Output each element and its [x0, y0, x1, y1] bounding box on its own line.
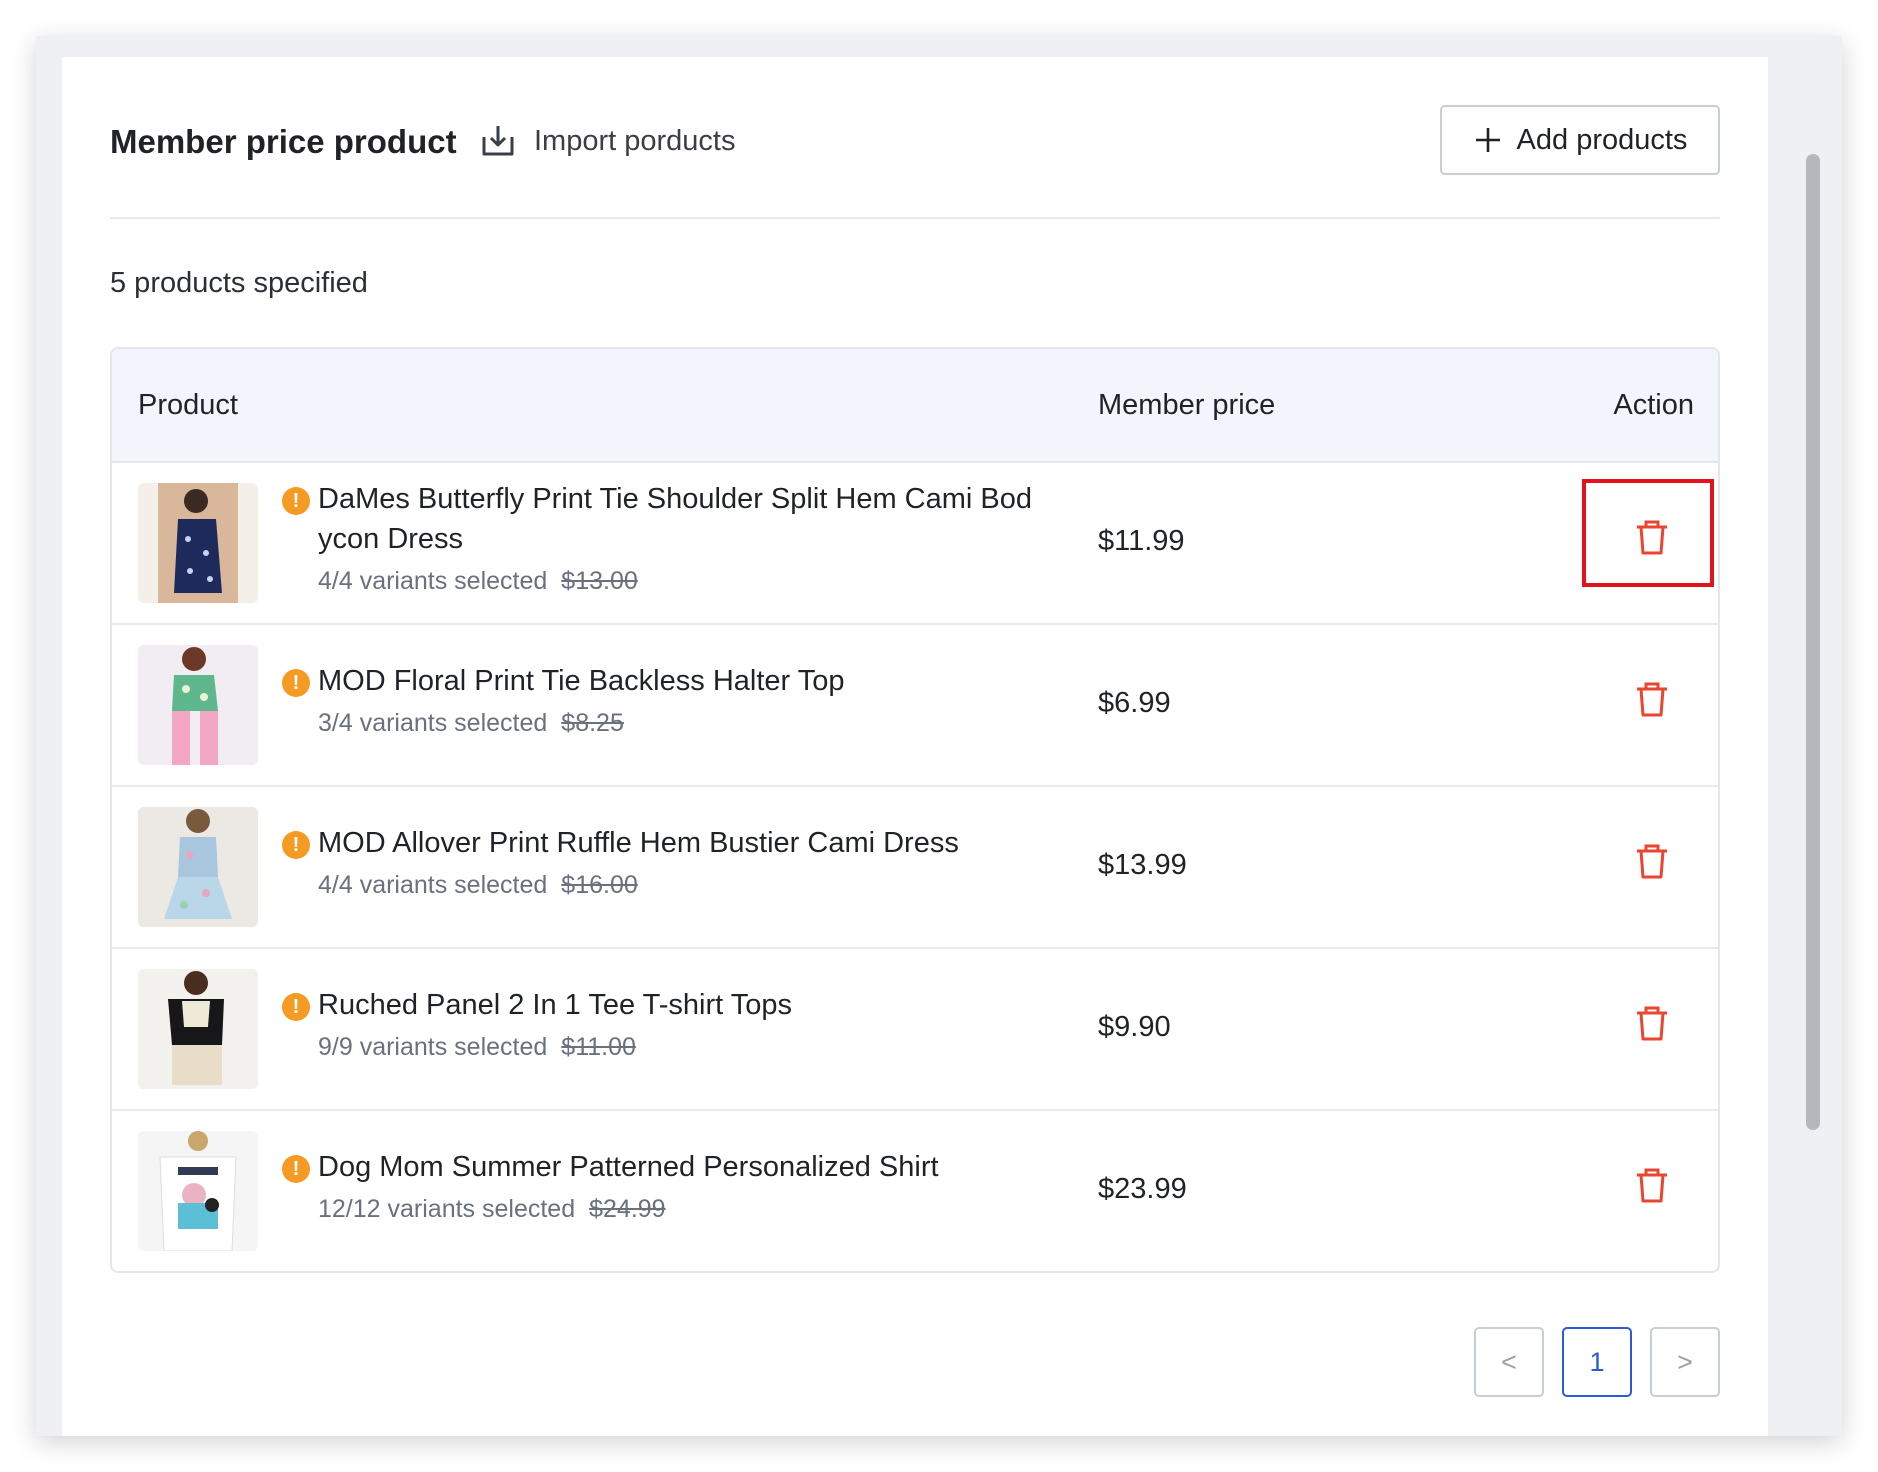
next-page-button[interactable]: >	[1650, 1327, 1720, 1397]
page-title: Member price product	[110, 123, 457, 160]
table-row: ! MOD Floral Print Tie Backless Halter T…	[112, 625, 1718, 787]
add-products-label: Add products	[1516, 123, 1688, 156]
trash-icon[interactable]	[1632, 841, 1672, 881]
chevron-right-icon: >	[1677, 1346, 1693, 1377]
plus-icon	[1475, 128, 1500, 152]
member-price: $6.99	[1098, 687, 1171, 719]
product-name: Dog Mom Summer Patterned Personalized Sh…	[318, 1151, 939, 1183]
add-products-button[interactable]: Add products	[1440, 105, 1720, 175]
product-meta: 4/4 variants selected $13.00	[318, 567, 638, 596]
window-frame: Member price product Import porducts Add…	[36, 36, 1842, 1436]
member-price: $23.99	[1098, 1173, 1187, 1205]
import-products-link[interactable]: Import porducts	[478, 117, 735, 165]
product-meta: 12/12 variants selected $24.99	[318, 1195, 666, 1224]
original-price: $16.00	[561, 871, 638, 899]
product-meta: 9/9 variants selected $11.00	[318, 1033, 636, 1062]
trash-icon[interactable]	[1632, 679, 1672, 719]
original-price: $24.99	[589, 1195, 666, 1223]
prev-page-button[interactable]: <	[1474, 1327, 1544, 1397]
column-header-action: Action	[1613, 389, 1694, 421]
product-meta: 4/4 variants selected $16.00	[318, 871, 638, 900]
products-count: 5 products specified	[110, 267, 368, 299]
page-1-button[interactable]: 1	[1562, 1327, 1632, 1397]
trash-icon[interactable]	[1632, 1003, 1672, 1043]
card-header: Member price product Import porducts Add…	[110, 105, 1720, 177]
table-header: Product Member price Action	[112, 349, 1718, 463]
table-row: ! Ruched Panel 2 In 1 Tee T-shirt Tops 9…	[112, 949, 1718, 1111]
warning-icon: !	[282, 1155, 310, 1183]
header-divider	[110, 217, 1720, 219]
table-row: ! DaMes Butterfly Print Tie Shoulder Spl…	[112, 463, 1718, 625]
import-icon	[482, 126, 514, 156]
variants-selected: 12/12 variants selected	[318, 1195, 576, 1223]
product-name: DaMes Butterfly Print Tie Shoulder Split…	[318, 483, 1032, 555]
member-price: $9.90	[1098, 1011, 1171, 1043]
original-price: $13.00	[561, 567, 638, 595]
variants-selected: 4/4 variants selected	[318, 871, 548, 899]
product-meta: 3/4 variants selected $8.25	[318, 709, 624, 738]
member-price-card: Member price product Import porducts Add…	[62, 57, 1768, 1436]
trash-icon[interactable]	[1632, 517, 1672, 557]
product-thumbnail	[138, 645, 258, 765]
product-name: MOD Floral Print Tie Backless Halter Top	[318, 665, 845, 697]
table-row: ! Dog Mom Summer Patterned Personalized …	[112, 1111, 1718, 1271]
product-name: MOD Allover Print Ruffle Hem Bustier Cam…	[318, 827, 959, 859]
products-table: Product Member price Action ! DaMes Butt…	[110, 347, 1720, 1273]
product-thumbnail	[138, 807, 258, 927]
original-price: $8.25	[561, 709, 624, 737]
variants-selected: 3/4 variants selected	[318, 709, 548, 737]
scrollbar-thumb[interactable]	[1806, 154, 1820, 1130]
variants-selected: 9/9 variants selected	[318, 1033, 548, 1061]
warning-icon: !	[282, 993, 310, 1021]
table-row: ! MOD Allover Print Ruffle Hem Bustier C…	[112, 787, 1718, 949]
warning-icon: !	[282, 487, 310, 515]
import-products-label: Import porducts	[534, 124, 736, 157]
column-header-member-price: Member price	[1098, 389, 1276, 421]
product-thumbnail	[138, 483, 258, 603]
original-price: $11.00	[561, 1033, 636, 1061]
trash-icon[interactable]	[1632, 1165, 1672, 1205]
warning-icon: !	[282, 831, 310, 859]
product-thumbnail	[138, 1131, 258, 1251]
variants-selected: 4/4 variants selected	[318, 567, 548, 595]
member-price: $11.99	[1098, 525, 1185, 557]
product-thumbnail	[138, 969, 258, 1089]
member-price: $13.99	[1098, 849, 1187, 881]
warning-icon: !	[282, 669, 310, 697]
chevron-left-icon: <	[1501, 1346, 1517, 1377]
column-header-product: Product	[138, 389, 238, 421]
pagination: < 1 >	[1456, 1327, 1720, 1397]
product-name: Ruched Panel 2 In 1 Tee T-shirt Tops	[318, 989, 792, 1021]
